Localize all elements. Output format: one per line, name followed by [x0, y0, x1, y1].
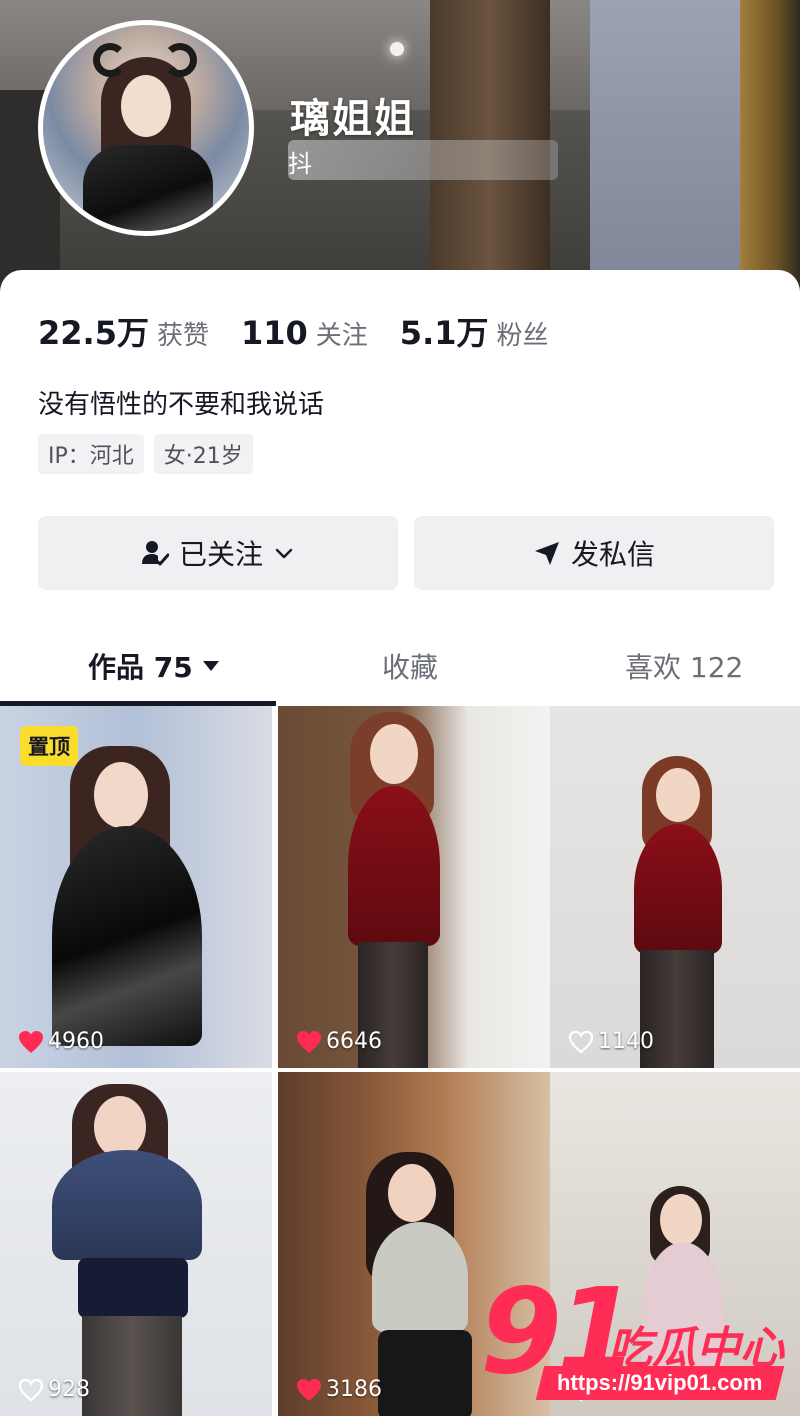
profile-tags: IP：河北 女·21岁	[38, 434, 253, 474]
video-likes: 1140	[568, 1029, 654, 1054]
heart-filled-icon	[19, 1030, 43, 1053]
heart-outline-icon	[18, 1378, 44, 1401]
tab-works[interactable]: 作品 75	[88, 636, 219, 696]
video-thumbnail[interactable]: 928	[0, 1072, 272, 1416]
profile-bio: 没有悟性的不要和我说话	[38, 390, 325, 420]
figure-head	[370, 724, 418, 784]
figure-dress	[634, 824, 722, 954]
figure-top	[52, 1150, 202, 1260]
user-check-icon	[141, 539, 169, 567]
stat-likes[interactable]: 22.5万 获赞	[38, 308, 209, 354]
stat-followers-value: 5.1万	[399, 314, 489, 352]
figure-skirt	[78, 1258, 188, 1318]
watermark-url: https://91vip01.com	[557, 1370, 763, 1395]
tag-gender-age: 女·21岁	[153, 434, 253, 474]
chevron-down-icon	[273, 542, 295, 564]
figure-skirt	[378, 1330, 472, 1416]
content-tabs: 作品 75 收藏 喜欢 122	[0, 636, 800, 702]
video-likes: 928	[18, 1377, 90, 1402]
video-likes: 3186	[296, 1377, 382, 1402]
avatar-horn-right	[163, 43, 197, 77]
followed-button[interactable]: 已关注	[38, 516, 398, 590]
figure-head	[94, 1096, 146, 1158]
figure-top	[372, 1222, 468, 1332]
heart-filled-icon	[297, 1378, 321, 1401]
send-icon	[533, 539, 561, 567]
video-likes-count: 4960	[48, 1029, 104, 1054]
send-message-button[interactable]: 发私信	[414, 516, 774, 590]
heart-filled-icon	[297, 1030, 321, 1053]
figure-head	[656, 768, 700, 822]
send-message-label: 发私信	[570, 538, 655, 571]
stat-following-label: 关注	[315, 321, 368, 351]
profile-name: 璃姐姐	[290, 96, 416, 142]
pinned-badge: 置顶	[20, 726, 78, 766]
banner-window	[590, 0, 750, 270]
tab-likes[interactable]: 喜欢 122	[625, 636, 743, 696]
figure-head	[94, 762, 148, 828]
figure-dress	[348, 786, 440, 946]
tag-ip: IP：河北	[38, 434, 144, 474]
video-thumbnail[interactable]: 6646	[278, 706, 550, 1068]
stat-likes-value: 22.5万	[38, 314, 149, 352]
heart-outline-icon	[568, 1030, 594, 1053]
video-likes-count: 1140	[598, 1029, 654, 1054]
followed-label: 已关注	[178, 538, 263, 571]
tab-works-label: 作品 75	[88, 651, 193, 684]
video-thumbnail[interactable]: 置顶 4960	[0, 706, 272, 1068]
video-likes-count: 6646	[326, 1029, 382, 1054]
profile-id-fragment: 抖	[288, 150, 312, 178]
video-likes: 4960	[18, 1029, 104, 1054]
avatar-horn-left	[93, 43, 127, 77]
avatar[interactable]	[38, 20, 254, 236]
stats-row: 22.5万 获赞 110 关注 5.1万 粉丝	[38, 308, 581, 354]
stat-followers-label: 粉丝	[496, 321, 549, 351]
banner-frame	[740, 0, 800, 300]
avatar-face	[121, 75, 171, 137]
avatar-dress	[83, 145, 213, 231]
video-likes: 6646	[296, 1029, 382, 1054]
video-likes-count: 3186	[326, 1377, 382, 1402]
watermark-url-badge: https://91vip01.com	[535, 1366, 785, 1400]
figure-dress	[52, 826, 202, 1046]
tab-favorites[interactable]: 收藏	[382, 636, 438, 696]
caret-down-icon	[202, 661, 219, 671]
banner-light	[390, 42, 404, 56]
video-thumbnail[interactable]: 1140	[550, 706, 800, 1068]
figure-legs	[82, 1316, 182, 1416]
stat-likes-label: 获赞	[156, 321, 209, 351]
stat-following[interactable]: 110 关注	[241, 314, 368, 352]
stat-followers[interactable]: 5.1万 粉丝	[400, 308, 549, 354]
stat-following-value: 110	[240, 314, 308, 352]
figure-head	[660, 1194, 702, 1246]
figure-head	[388, 1164, 436, 1222]
watermark: 91 吃瓜中心 https://91vip01.com	[480, 1272, 800, 1416]
profile-id-blurred: 抖	[288, 140, 558, 180]
video-likes-count: 928	[48, 1377, 90, 1402]
